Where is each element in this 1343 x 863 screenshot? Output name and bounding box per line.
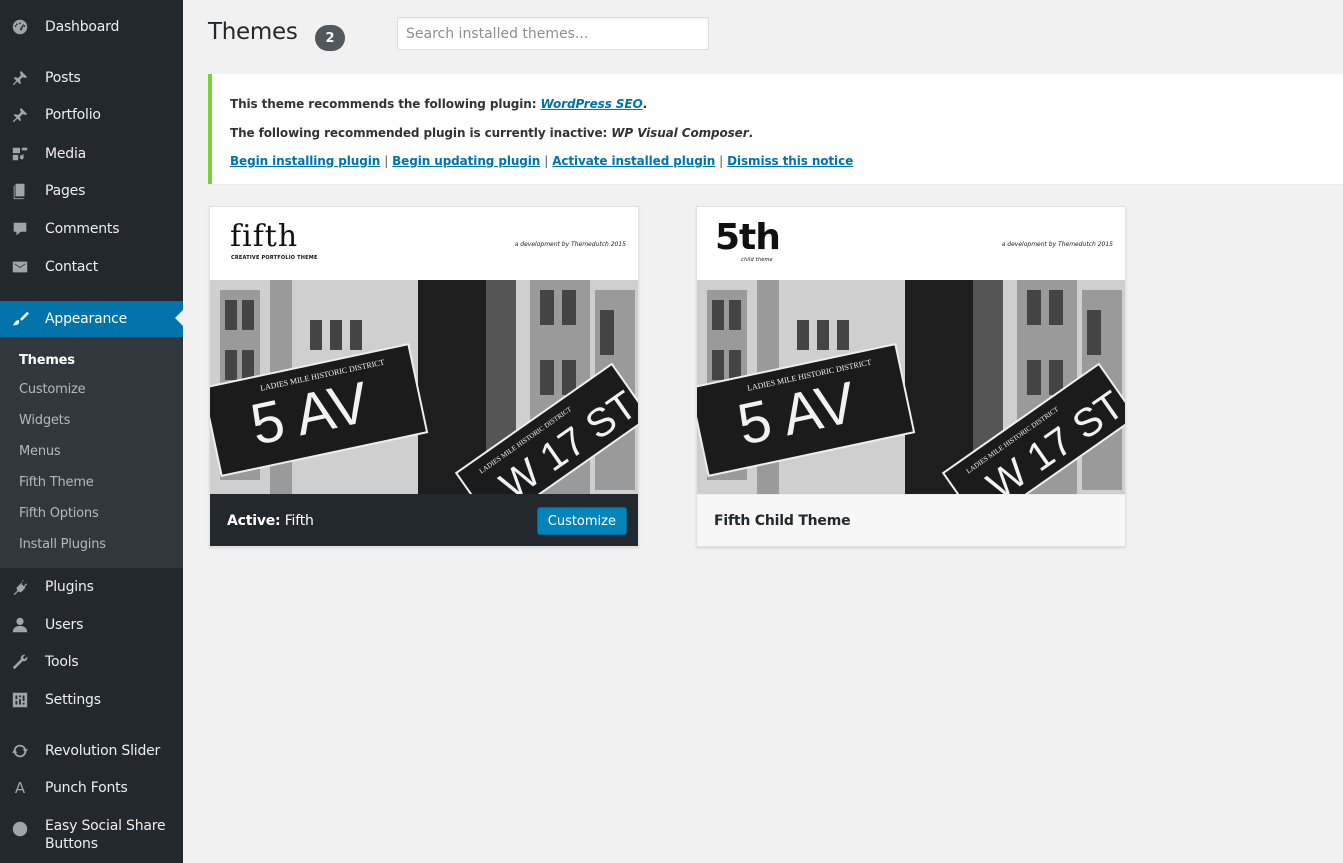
separator: | <box>384 154 389 168</box>
theme-screenshot: 5th child theme a development by Themedu… <box>697 207 1125 494</box>
theme-count-badge: 2 <box>315 25 345 51</box>
notice-period: . <box>748 126 754 140</box>
street-sign-photo: 5 AV LADIES MILE HISTORIC DISTRICT W 17 … <box>697 280 1125 494</box>
pin-icon <box>10 105 30 125</box>
theme-card-fifth-child[interactable]: 5th child theme a development by Themedu… <box>696 206 1126 547</box>
notice-recommend-text: This theme recommends the following plug… <box>230 97 541 111</box>
submenu-item-customize[interactable]: Customize <box>19 382 86 397</box>
plugin-notice: This theme recommends the following plug… <box>208 74 1343 184</box>
begin-updating-plugin-link[interactable]: Begin updating plugin <box>392 154 540 168</box>
share-icon <box>10 819 30 839</box>
menu-item-dashboard[interactable]: Dashboard <box>0 10 183 44</box>
menu-item-label: Revolution Slider <box>45 743 161 759</box>
menu-item-media[interactable]: Media <box>0 137 183 171</box>
activate-installed-plugin-link[interactable]: Activate installed plugin <box>552 154 715 168</box>
menu-item-label: Pages <box>45 183 86 199</box>
wordpress-seo-link[interactable]: WordPress SEO <box>541 97 643 111</box>
theme-bar: Active: Fifth Customize <box>210 494 638 546</box>
pin-icon <box>10 68 30 88</box>
envelope-icon <box>10 257 30 277</box>
theme-card-fifth[interactable]: fifth CREATIVE PORTFOLIO THEME a develop… <box>209 206 639 547</box>
theme-name-text: Fifth Child Theme <box>714 513 851 529</box>
submenu-item-themes[interactable]: Themes <box>19 353 75 368</box>
submenu-item-fifth-options[interactable]: Fifth Options <box>19 506 99 521</box>
menu-item-label: Settings <box>45 692 101 708</box>
menu-item-label: Contact <box>45 259 99 275</box>
dismiss-notice-link[interactable]: Dismiss this notice <box>727 154 853 168</box>
menu-item-label: Tools <box>45 654 79 670</box>
theme-credit: a development by Themedutch 2015 <box>1001 241 1113 248</box>
active-label: Active: <box>227 512 281 529</box>
separator: | <box>719 154 724 168</box>
pages-icon <box>10 181 30 201</box>
menu-item-appearance[interactable]: Appearance <box>0 301 183 337</box>
plug-icon <box>10 577 30 597</box>
separator: | <box>544 154 549 168</box>
screenshot-header: 5th child theme a development by Themedu… <box>697 207 1125 280</box>
menu-item-posts[interactable]: Posts <box>0 61 183 95</box>
search-themes-input[interactable] <box>397 17 709 50</box>
menu-item-easy-social-share-buttons[interactable]: Easy Social Share Buttons <box>0 817 183 861</box>
menu-item-label: Plugins <box>45 579 94 595</box>
menu-item-contact[interactable]: Contact <box>0 250 183 284</box>
media-icon <box>10 144 30 164</box>
paintbrush-icon <box>10 309 30 329</box>
submenu-item-install-plugins[interactable]: Install Plugins <box>19 537 106 552</box>
theme-tagline: child theme <box>741 257 773 263</box>
begin-installing-plugin-link[interactable]: Begin installing plugin <box>230 154 380 168</box>
appearance-submenu: Themes Customize Widgets Menus Fifth The… <box>0 337 183 568</box>
submenu-item-fifth-theme[interactable]: Fifth Theme <box>19 475 94 490</box>
notice-recommend-line: This theme recommends the following plug… <box>230 97 647 111</box>
menu-item-label: Portfolio <box>45 107 101 123</box>
menu-item-plugins[interactable]: Plugins <box>0 570 183 604</box>
theme-name-text: Fifth <box>284 512 314 529</box>
theme-credit: a development by Themedutch 2015 <box>514 241 626 248</box>
customize-button[interactable]: Customize <box>536 507 627 535</box>
page-title: Themes <box>208 19 298 45</box>
submenu-item-widgets[interactable]: Widgets <box>19 413 70 428</box>
menu-item-label: Comments <box>45 221 120 237</box>
menu-item-label: Media <box>45 146 87 162</box>
theme-logo: fifth <box>230 219 299 254</box>
menu-item-pages[interactable]: Pages <box>0 174 183 208</box>
notice-inactive-text: The following recommended plugin is curr… <box>230 126 612 140</box>
screenshot-header: fifth CREATIVE PORTFOLIO THEME a develop… <box>210 207 638 280</box>
menu-item-users[interactable]: Users <box>0 608 183 642</box>
theme-tagline: CREATIVE PORTFOLIO THEME <box>231 255 318 261</box>
refresh-icon <box>10 741 30 761</box>
menu-item-label: Users <box>45 617 84 633</box>
submenu-item-menus[interactable]: Menus <box>19 444 61 459</box>
settings-icon <box>10 690 30 710</box>
menu-item-label: Posts <box>45 70 81 86</box>
theme-logo: 5th <box>715 217 781 258</box>
menu-item-comments[interactable]: Comments <box>0 212 183 246</box>
menu-item-label: Dashboard <box>45 19 120 35</box>
notice-inactive-line: The following recommended plugin is curr… <box>230 126 753 140</box>
notice-actions: Begin installing plugin | Begin updating p… <box>230 154 853 168</box>
menu-item-label: Punch Fonts <box>45 780 128 796</box>
users-icon <box>10 615 30 635</box>
menu-item-label: Easy Social Share Buttons <box>45 818 166 852</box>
menu-item-portfolio[interactable]: Portfolio <box>0 98 183 132</box>
theme-screenshot: fifth CREATIVE PORTFOLIO THEME a develop… <box>210 207 638 494</box>
comment-icon <box>10 219 30 239</box>
menu-item-label: Appearance <box>45 311 128 327</box>
menu-item-settings[interactable]: Settings <box>0 683 183 717</box>
street-sign-photo: 5 AV LADIES MILE HISTORIC DISTRICT W 17 … <box>210 280 638 494</box>
font-icon: A <box>14 779 26 797</box>
theme-name: Active: Fifth <box>227 513 314 529</box>
menu-item-punch-fonts[interactable]: A Punch Fonts <box>0 771 183 805</box>
theme-bar: Fifth Child Theme <box>697 494 1125 546</box>
menu-item-tools[interactable]: Tools <box>0 645 183 679</box>
dashboard-icon <box>10 17 30 37</box>
notice-period: . <box>642 97 648 111</box>
wrench-icon <box>10 652 30 672</box>
menu-item-revolution-slider[interactable]: Revolution Slider <box>0 734 183 768</box>
inactive-plugin-name: WP Visual Composer <box>611 126 749 140</box>
admin-sidebar: Dashboard Posts Portfolio Media Pages Co… <box>0 0 183 863</box>
